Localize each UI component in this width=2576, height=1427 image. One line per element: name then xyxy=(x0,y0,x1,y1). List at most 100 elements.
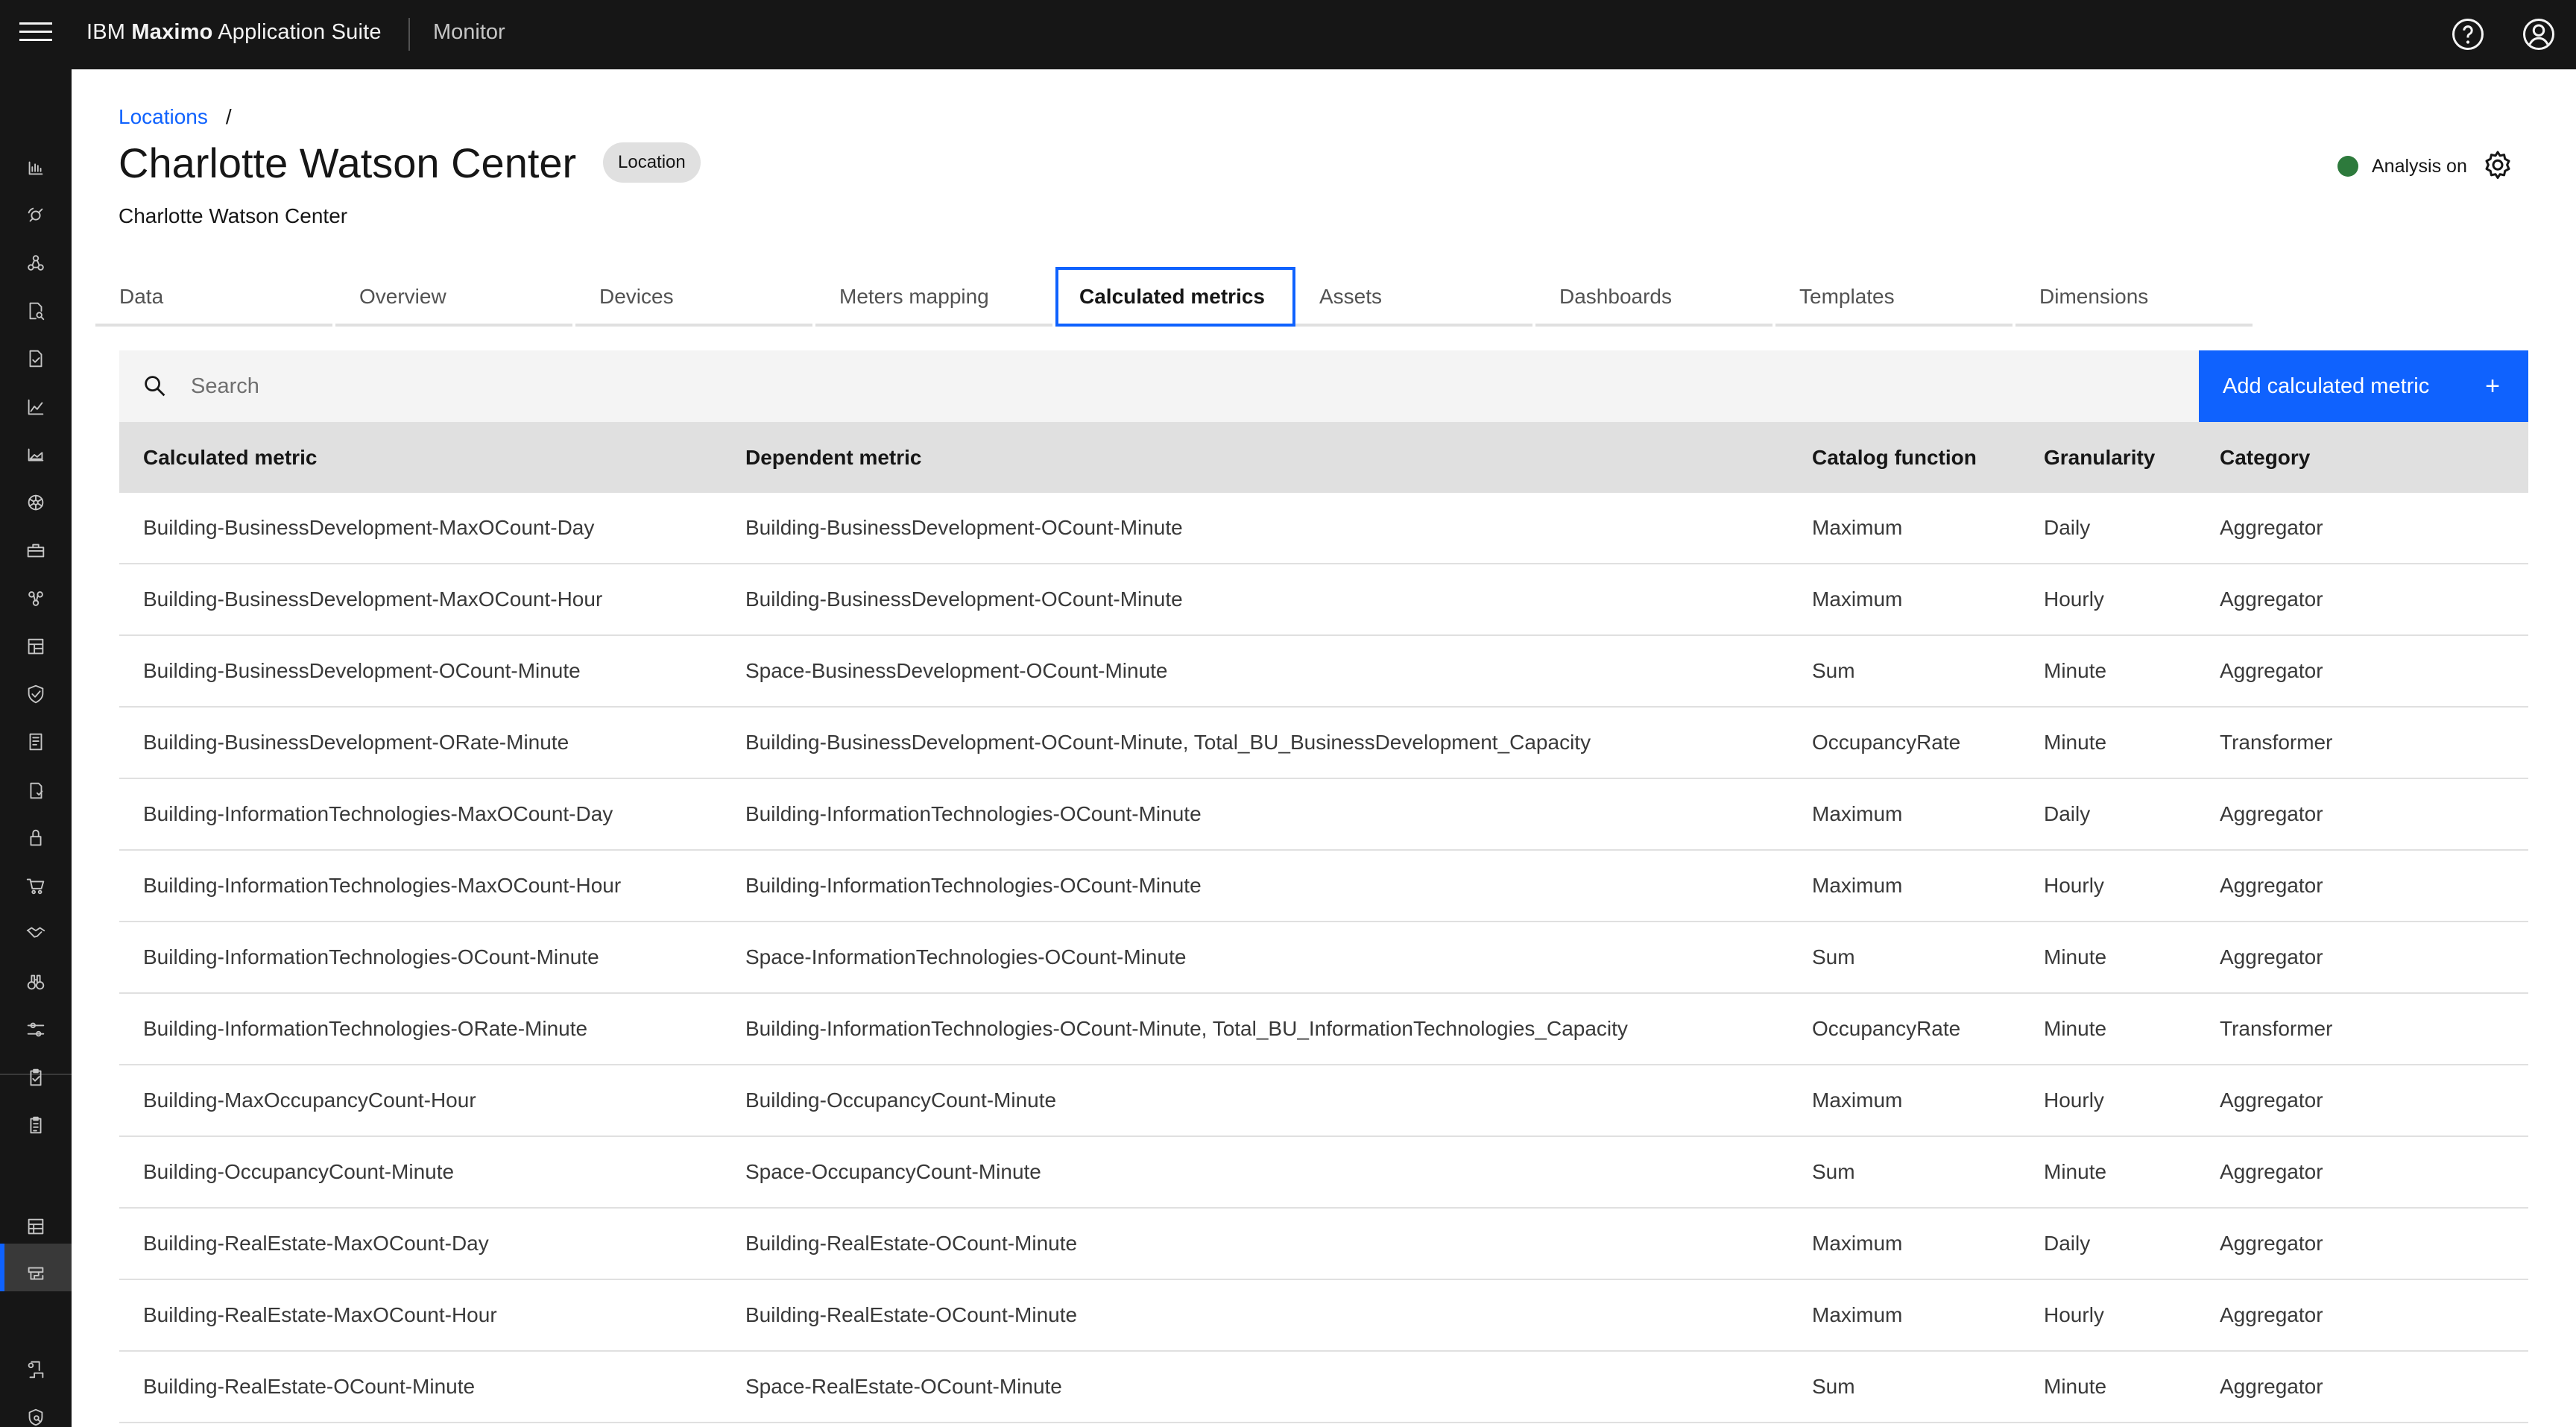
cell-granularity: Minute xyxy=(2044,945,2107,968)
settings-gear-icon[interactable] xyxy=(2480,148,2516,183)
checklist-icon[interactable] xyxy=(18,772,54,808)
tab-meters-mapping[interactable]: Meters mapping xyxy=(815,267,1055,327)
column-header-catalog-function[interactable]: Catalog function xyxy=(1812,422,1977,493)
cell-dependent-metric: Building-BusinessDevelopment-OCount-Minu… xyxy=(745,516,1183,539)
app-name[interactable]: Monitor xyxy=(433,20,505,45)
top-header: IBM Maximo Application Suite Monitor xyxy=(0,0,2576,69)
table-row[interactable]: Building-InformationTechnologies-MaxOCou… xyxy=(119,851,2528,922)
cell-granularity: Hourly xyxy=(2044,1089,2104,1112)
cell-catalog-function: Sum xyxy=(1812,659,1855,682)
cell-catalog-function: Sum xyxy=(1812,1375,1855,1398)
tab-data[interactable]: Data xyxy=(95,267,335,327)
cell-catalog-function: Maximum xyxy=(1812,516,1903,539)
tab-label: Assets xyxy=(1319,285,1383,308)
tab-dimensions[interactable]: Dimensions xyxy=(2015,267,2255,327)
document-search-icon[interactable] xyxy=(18,293,54,329)
satellite-icon[interactable] xyxy=(18,198,54,233)
dashboard-icon[interactable] xyxy=(18,629,54,664)
document-task-icon[interactable] xyxy=(18,341,54,377)
column-header-granularity[interactable]: Granularity xyxy=(2044,422,2155,493)
document-connect-icon[interactable] xyxy=(18,1352,54,1387)
data-structure-icon[interactable] xyxy=(18,1256,54,1292)
cell-catalog-function: OccupancyRate xyxy=(1812,731,1961,754)
tab-underline xyxy=(2015,324,2253,327)
tab-dashboards[interactable]: Dashboards xyxy=(1535,267,1775,327)
clipboard-icon[interactable] xyxy=(18,1107,54,1143)
cell-calculated-metric: Building-InformationTechnologies-MaxOCou… xyxy=(143,802,613,825)
hierarchy-icon[interactable] xyxy=(18,245,54,281)
table-row[interactable]: Building-RealEstate-OCount-Minute Space-R… xyxy=(119,1352,2528,1423)
product-name[interactable]: IBM Maximo Application Suite xyxy=(86,20,382,45)
cell-granularity: Minute xyxy=(2044,1375,2107,1398)
binoculars-icon[interactable] xyxy=(18,964,54,1000)
cell-catalog-function: Maximum xyxy=(1812,588,1903,611)
cell-category: Aggregator xyxy=(2220,802,2323,825)
tab-label: Templates xyxy=(1799,285,1895,308)
table-row[interactable]: Building-InformationTechnologies-ORate-M… xyxy=(119,994,2528,1065)
cell-calculated-metric: Building-InformationTechnologies-ORate-M… xyxy=(143,1017,588,1040)
tab-underline xyxy=(1775,324,2012,327)
cell-category: Transformer xyxy=(2220,731,2333,754)
cell-dependent-metric: Space-BusinessDevelopment-OCount-Minute xyxy=(745,659,1168,682)
tab-label: Calculated metrics xyxy=(1079,285,1265,308)
table-row[interactable]: Building-BusinessDevelopment-ORate-Minut… xyxy=(119,708,2528,779)
table-row[interactable]: Building-OccupancyCount-Minute Space-Occu… xyxy=(119,1137,2528,1209)
tab-assets[interactable]: Assets xyxy=(1295,267,1535,327)
table-row[interactable]: Building-RealEstate-MaxOCount-Hour Buildi… xyxy=(119,1280,2528,1352)
brand-prefix: IBM xyxy=(86,20,132,44)
page-subtitle: Charlotte Watson Center xyxy=(119,204,348,227)
column-header-dependent-metric[interactable]: Dependent metric xyxy=(745,422,922,493)
analytics-icon[interactable] xyxy=(18,150,54,186)
cell-calculated-metric: Building-OccupancyCount-Minute xyxy=(143,1160,455,1183)
add-calculated-metric-button[interactable]: Add calculated metric + xyxy=(2199,350,2528,422)
tab-templates[interactable]: Templates xyxy=(1775,267,2015,327)
table-header: Calculated metric Dependent metric Catal… xyxy=(119,422,2528,493)
type-tag: Location xyxy=(603,142,701,183)
tab-underline xyxy=(815,324,1052,327)
cell-calculated-metric: Building-BusinessDevelopment-MaxOCount-D… xyxy=(143,516,595,539)
handshake-icon[interactable] xyxy=(18,916,54,951)
column-header-calculated-metric[interactable]: Calculated metric xyxy=(143,422,317,493)
clipboard-check-icon[interactable] xyxy=(18,1059,54,1095)
tab-underline xyxy=(95,324,332,327)
menu-icon[interactable] xyxy=(19,22,52,48)
chart-area-icon[interactable] xyxy=(18,437,54,473)
cell-calculated-metric: Building-MaxOccupancyCount-Hour xyxy=(143,1089,476,1112)
tab-label: Overview xyxy=(359,285,446,308)
table-row[interactable]: Building-InformationTechnologies-MaxOCou… xyxy=(119,779,2528,851)
lock-icon[interactable] xyxy=(18,820,54,856)
search-input[interactable] xyxy=(191,350,2203,422)
cell-dependent-metric: Building-BusinessDevelopment-OCount-Minu… xyxy=(745,588,1183,611)
analysis-status-label: Analysis on xyxy=(2372,155,2467,177)
cart-icon[interactable] xyxy=(18,868,54,904)
security-icon[interactable] xyxy=(18,676,54,712)
shield-search-icon[interactable] xyxy=(18,1399,54,1427)
help-icon[interactable] xyxy=(2450,16,2486,52)
tab-overview[interactable]: Overview xyxy=(335,267,575,327)
toolbox-icon[interactable] xyxy=(18,532,54,568)
table-row[interactable]: Building-InformationTechnologies-OCount-… xyxy=(119,922,2528,994)
cell-dependent-metric: Building-RealEstate-OCount-Minute xyxy=(745,1303,1078,1326)
column-header-category[interactable]: Category xyxy=(2220,422,2310,493)
table-row[interactable]: Building-BusinessDevelopment-MaxOCount-H… xyxy=(119,564,2528,636)
table-row[interactable]: Building-BusinessDevelopment-MaxOCount-D… xyxy=(119,493,2528,564)
table-row[interactable]: Building-BusinessDevelopment-OCount-Minu… xyxy=(119,636,2528,708)
tab-devices[interactable]: Devices xyxy=(575,267,815,327)
cell-catalog-function: OccupancyRate xyxy=(1812,1017,1961,1040)
sliders-icon[interactable] xyxy=(18,1012,54,1048)
flow-icon[interactable] xyxy=(18,581,54,617)
cell-granularity: Daily xyxy=(2044,1232,2091,1255)
chart-line-icon[interactable] xyxy=(18,389,54,425)
tab-calculated-metrics[interactable]: Calculated metrics xyxy=(1055,267,1295,327)
user-avatar-icon[interactable] xyxy=(2521,16,2557,52)
table-row[interactable]: Building-MaxOccupancyCount-Hour Building-… xyxy=(119,1065,2528,1137)
catalog-icon[interactable] xyxy=(18,1209,54,1244)
table-row[interactable]: Building-RealEstate-MaxOCount-Day Buildin… xyxy=(119,1209,2528,1280)
side-navigation xyxy=(0,69,72,1427)
cell-calculated-metric: Building-RealEstate-MaxOCount-Day xyxy=(143,1232,489,1255)
cell-granularity: Minute xyxy=(2044,731,2107,754)
breadcrumb-locations-link[interactable]: Locations xyxy=(119,105,208,128)
report-icon[interactable] xyxy=(18,724,54,760)
network-icon[interactable] xyxy=(18,485,54,520)
cell-dependent-metric: Space-RealEstate-OCount-Minute xyxy=(745,1375,1062,1398)
